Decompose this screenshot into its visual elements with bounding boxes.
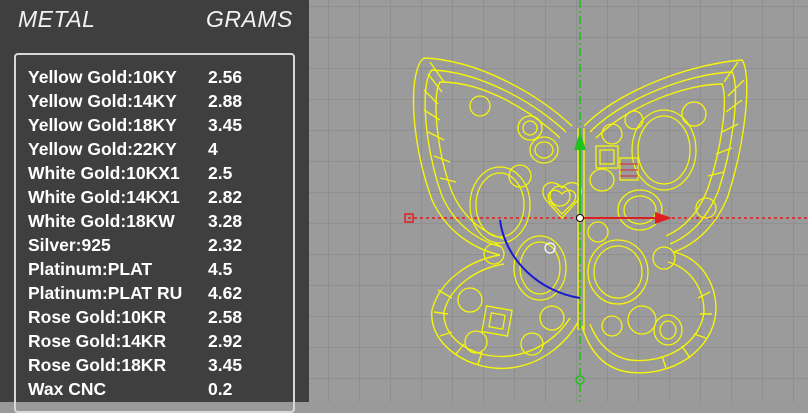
metal-name: Rose Gold:10KR <box>28 307 167 327</box>
metal-grams: 2.56 <box>208 67 243 87</box>
metal-grams: 2.32 <box>208 235 243 255</box>
metal-grams: 2.5 <box>208 163 233 183</box>
metal-grams: 4.62 <box>208 283 243 303</box>
metal-name: Yellow Gold:14KY <box>28 91 177 111</box>
x-arrow-head <box>655 212 672 224</box>
metal-name: Yellow Gold:10KY <box>28 67 177 87</box>
stone-settings <box>457 95 717 356</box>
metal-grams: 3.45 <box>208 115 243 135</box>
metal-name: White Gold:14KX1 <box>28 187 180 207</box>
metal-grams: 0.2 <box>208 379 233 399</box>
metal-name: Silver:925 <box>28 235 111 255</box>
metal-name: White Gold:18KW <box>28 211 175 231</box>
metal-grams: 4.5 <box>208 259 233 279</box>
metal-grams: 2.92 <box>208 331 243 351</box>
metal-grams: 2.82 <box>208 187 243 207</box>
rotation-arc <box>499 219 581 299</box>
grams-column-header: GRAMS <box>206 6 293 32</box>
metal-grams: 3.45 <box>208 355 243 375</box>
metal-name: Rose Gold:14KR <box>28 331 167 351</box>
metal-weight-panel: METAL GRAMS Yellow Gold:10KY 2.56 Yellow … <box>0 0 309 413</box>
metal-name: Yellow Gold:22KY <box>28 139 177 159</box>
metal-weight-table: Yellow Gold:10KY 2.56 Yellow Gold:14KY 2.8… <box>14 53 295 413</box>
metal-grams: 2.58 <box>208 307 243 327</box>
gizmo-origin <box>576 214 584 222</box>
metal-grams: 3.28 <box>208 211 243 231</box>
metal-grams: 4 <box>208 139 218 159</box>
red-marker <box>620 163 638 177</box>
metal-column-header: METAL <box>18 6 96 32</box>
metal-name: White Gold:10KX1 <box>28 163 180 183</box>
metal-grams: 2.88 <box>208 91 243 111</box>
metal-name: Wax CNC <box>28 379 107 399</box>
metal-name: Platinum:PLAT <box>28 259 153 279</box>
metal-name: Yellow Gold:18KY <box>28 115 177 135</box>
metal-name: Rose Gold:18KR <box>28 355 167 375</box>
metal-name: Platinum:PLAT RU <box>28 283 183 303</box>
